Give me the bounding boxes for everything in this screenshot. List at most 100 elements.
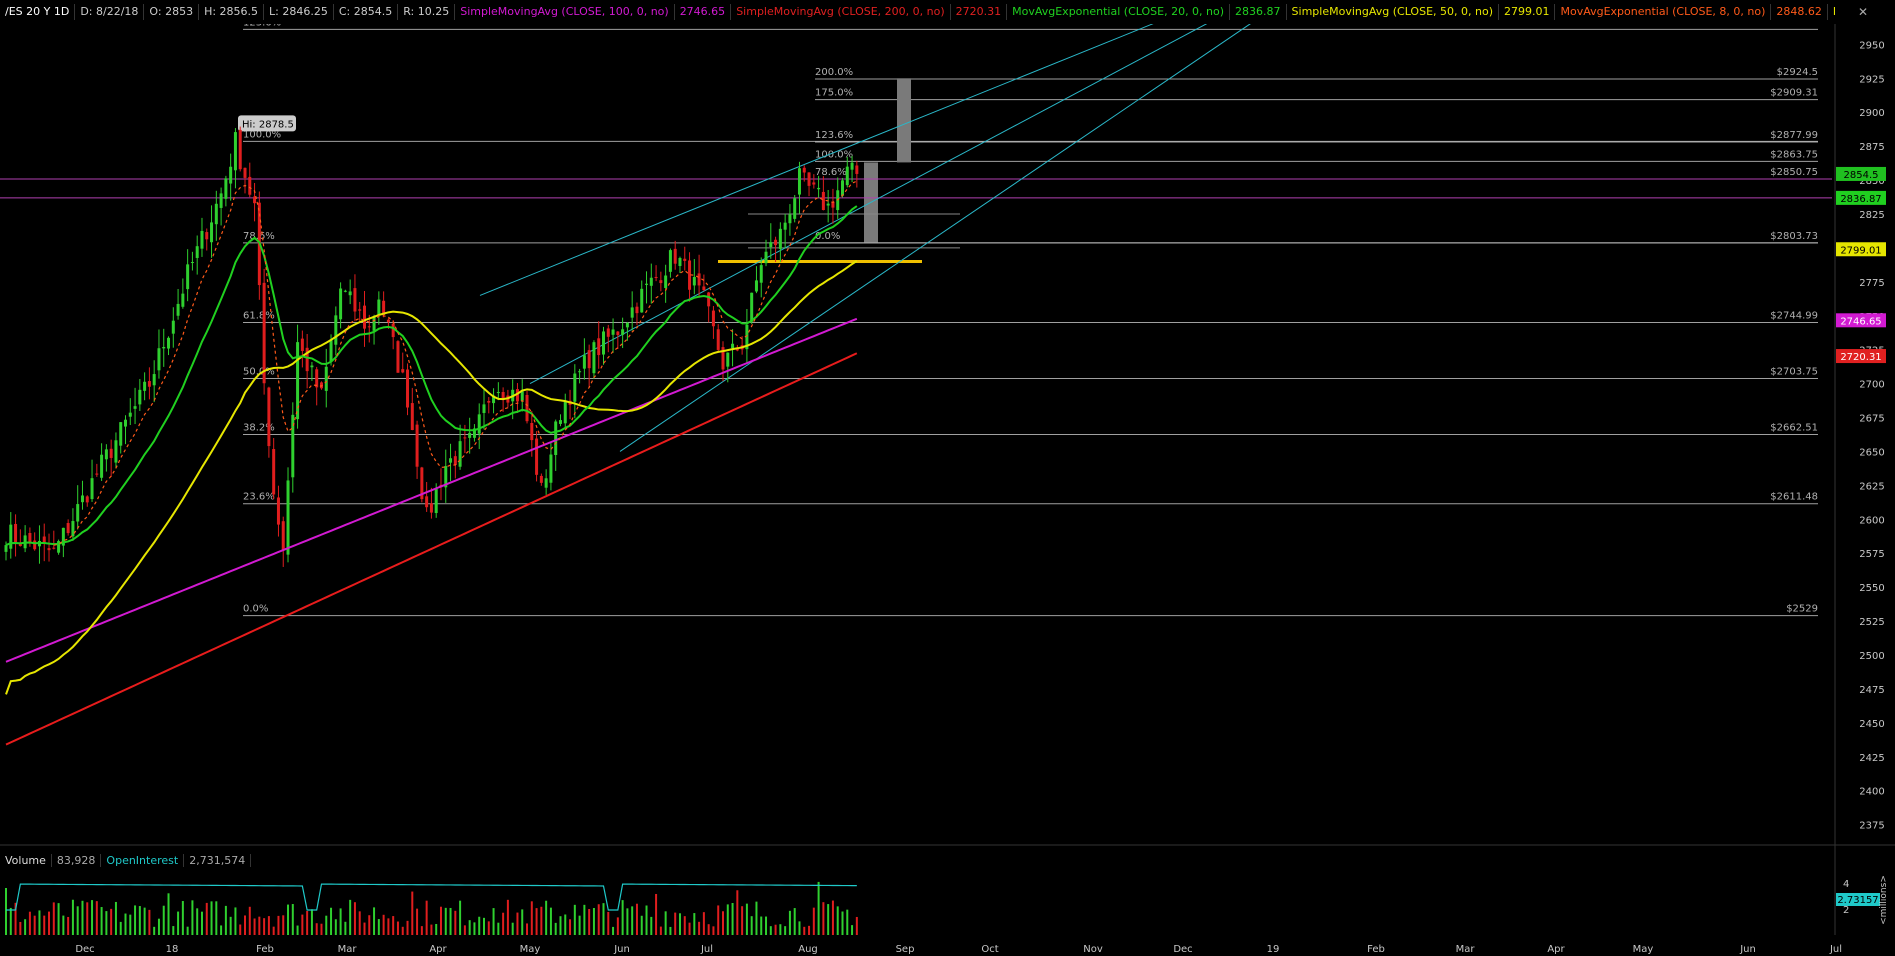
candle-body [692, 276, 696, 286]
x-tick-label: Jun [613, 944, 630, 955]
candle-body [80, 495, 84, 503]
channel-line [479, 0, 1214, 296]
oi-tag-label: 2.73157 [1837, 895, 1878, 906]
candle-body [649, 277, 653, 286]
candle-body [219, 193, 223, 208]
study-label[interactable]: SimpleMovingAvg (CLOSE, 50, 0, no) [1287, 4, 1499, 20]
candle-body [449, 458, 453, 463]
candle-body [147, 381, 151, 387]
vol-tick-label: 2 [1843, 905, 1849, 916]
candle-body [788, 214, 792, 224]
x-tick-label: 19 [1267, 944, 1280, 955]
x-tick-label: May [1633, 944, 1654, 955]
candle-body [272, 449, 276, 495]
candle-body [229, 166, 233, 184]
study-label[interactable]: Previousclose (DAY, 1, -1, yes) [1828, 4, 1835, 20]
study-value: 2848.62 [1771, 4, 1828, 20]
price-axis: 2375 2400 2425 2450 2475 2500 2525 2550 2575 2600… [1836, 40, 1886, 832]
price-tag-label: 2720.31 [1840, 352, 1881, 363]
candle-body [119, 422, 123, 446]
study-label[interactable]: MovAvgExponential (CLOSE, 20, 0, no) [1007, 4, 1231, 20]
candle-body [539, 475, 543, 483]
candle-body [821, 191, 825, 211]
volume-value: 83,928 [52, 853, 102, 867]
candle-body [726, 352, 730, 367]
symbol-label[interactable]: /ES 20 Y 1D [0, 4, 76, 20]
candle-body [396, 341, 400, 373]
study-label[interactable]: SimpleMovingAvg (CLOSE, 100, 0, no) [455, 4, 675, 20]
candle-body [353, 288, 357, 312]
bar-date: D: 8/22/18 [75, 4, 145, 20]
study-label[interactable]: MovAvgExponential (CLOSE, 8, 0, no) [1555, 4, 1772, 20]
candle-body [563, 401, 567, 424]
candle-body [774, 239, 778, 246]
study-value: 2799.01 [1499, 4, 1556, 20]
candle-body [434, 488, 438, 514]
hi-label: Hi: 2878.5 [242, 119, 294, 130]
fib-ext-pct: 123.6% [815, 130, 853, 141]
candle-body [783, 222, 787, 230]
candle-body [47, 548, 51, 551]
x-tick-label: Dec [75, 944, 94, 955]
candle-body [85, 496, 89, 503]
candle-body [367, 326, 371, 328]
candle-body [410, 403, 414, 430]
candle-body [152, 374, 156, 386]
candle-body [630, 307, 634, 318]
x-tick-label: Feb [1367, 944, 1385, 955]
y-tick-label: 2600 [1859, 515, 1884, 526]
fib-ext-pct: 200.0% [815, 67, 853, 78]
candle-body [807, 172, 811, 186]
fib-ext-pct: 78.6% [815, 167, 847, 178]
candle-body [243, 167, 247, 178]
candle-body [611, 329, 615, 335]
candle-body [324, 366, 328, 391]
candle-body [812, 182, 816, 185]
candle-body [100, 454, 104, 478]
x-tick-label: Sep [896, 944, 915, 955]
candle-body [109, 448, 113, 458]
candle-body [549, 454, 553, 483]
x-tick-label: Apr [1547, 944, 1565, 955]
y-tick-label: 2375 [1859, 821, 1884, 832]
candle-body [66, 523, 70, 534]
candle-body [233, 132, 237, 171]
y-tick-label: 2675 [1859, 414, 1884, 425]
close-icon[interactable]: ✕ [1857, 6, 1869, 18]
price-tag-label: 2799.01 [1840, 245, 1881, 256]
candle-body [315, 369, 319, 388]
x-tick-label: Dec [1173, 944, 1192, 955]
candle-body [496, 392, 500, 394]
candle-body [171, 320, 175, 334]
candle-body [124, 419, 127, 427]
price-chart[interactable]: 0.0% $252923.6% $2611.4838.2% $2662.5150.0%… [0, 0, 1895, 956]
fib-ext-price: $2877.99 [1770, 130, 1818, 141]
fib-level-price: $2703.75 [1770, 367, 1818, 378]
candle-body [664, 275, 668, 288]
candle-body [544, 478, 548, 488]
candle-body [855, 165, 859, 174]
fib-ext-price: $2863.75 [1770, 149, 1818, 160]
candle-body [52, 547, 56, 549]
candle-body [329, 339, 333, 362]
candle-body [363, 305, 366, 329]
candle-body [195, 246, 199, 258]
candle-body [28, 533, 32, 543]
candle-body [654, 276, 658, 278]
candle-body [635, 306, 639, 314]
candle-body [487, 400, 491, 403]
candle-body [592, 342, 596, 374]
y-tick-label: 2875 [1859, 142, 1884, 153]
candle-body [645, 283, 649, 285]
study-label[interactable]: SimpleMovingAvg (CLOSE, 200, 0, no) [731, 4, 951, 20]
vol-units-label: <millions> [1879, 875, 1889, 925]
candle-body [769, 242, 773, 248]
x-tick-label: Mar [1456, 944, 1476, 955]
oi-label[interactable]: OpenInterest [101, 853, 185, 867]
volume-label[interactable]: Volume [0, 853, 52, 867]
fib-level-price: $2662.51 [1770, 422, 1818, 433]
candle-body [602, 331, 605, 355]
fib-ext-pct: 175.0% [815, 88, 853, 99]
candle-body [377, 299, 381, 315]
time-axis: Dec 18 Feb Mar Apr May Jun Jul Aug Sep Oct Nov Dec 19… [75, 944, 1842, 955]
